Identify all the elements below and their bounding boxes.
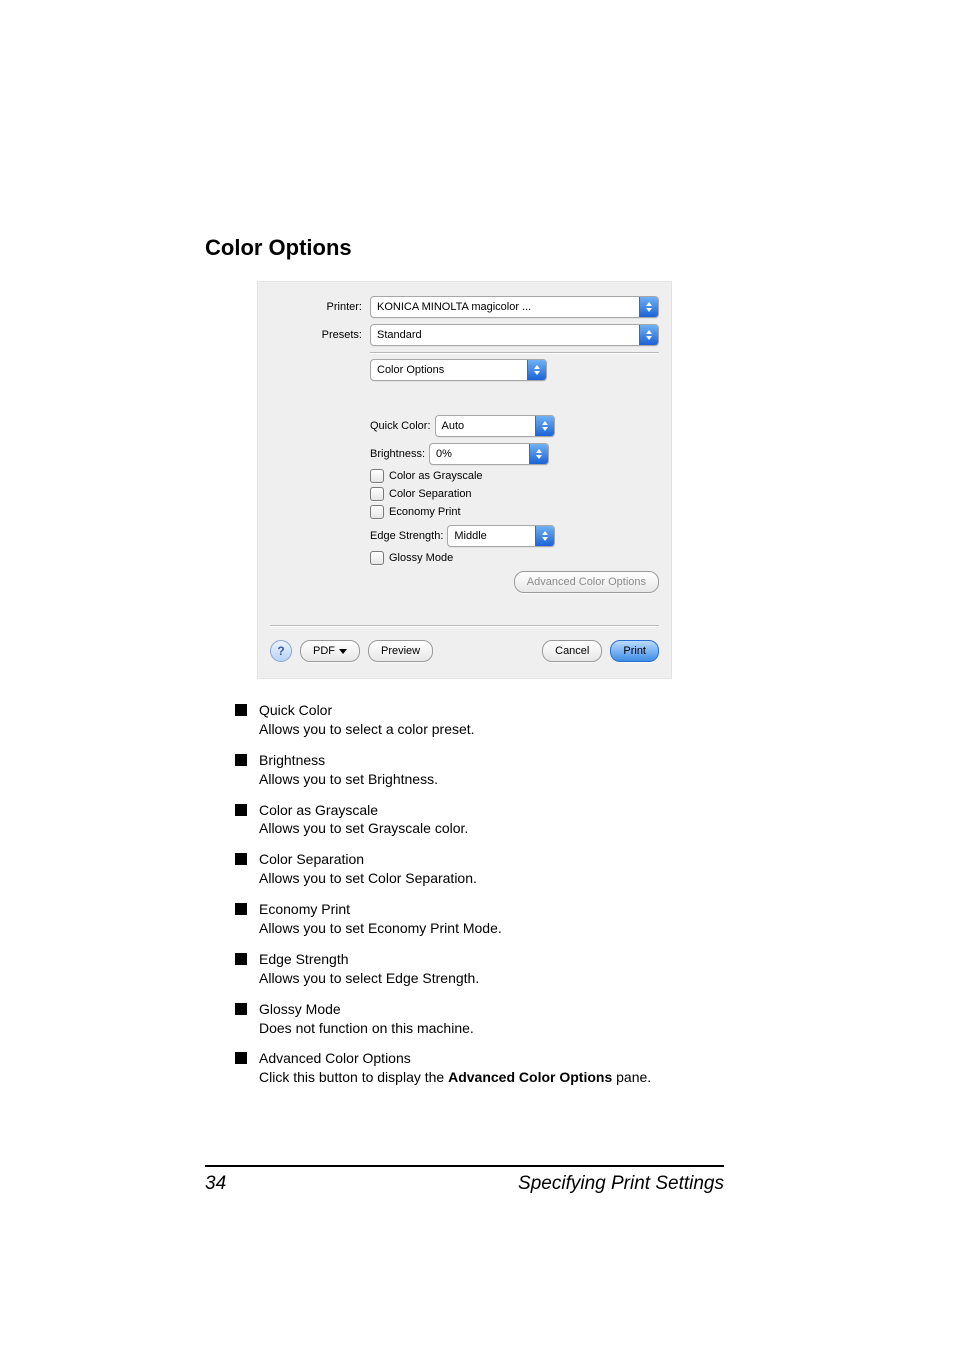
- divider: [370, 352, 659, 353]
- brightness-value: 0%: [430, 448, 529, 460]
- checkbox-icon: [370, 505, 384, 519]
- print-button[interactable]: Print: [610, 640, 659, 662]
- item-term: Color as Grayscale: [259, 801, 724, 820]
- glossy-checkbox[interactable]: Glossy Mode: [370, 551, 659, 565]
- preview-button[interactable]: Preview: [368, 640, 433, 662]
- brightness-popup[interactable]: 0%: [429, 443, 549, 465]
- list-item: Glossy Mode Does not function on this ma…: [205, 1000, 724, 1038]
- advanced-color-options-button[interactable]: Advanced Color Options: [514, 571, 659, 593]
- bullet-icon: [235, 953, 247, 965]
- item-term: Brightness: [259, 751, 724, 770]
- quick-color-value: Auto: [436, 420, 535, 432]
- list-item: Economy Print Allows you to set Economy …: [205, 900, 724, 938]
- economy-checkbox[interactable]: Economy Print: [370, 505, 659, 519]
- pdf-menu-button[interactable]: PDF: [300, 640, 360, 662]
- item-term: Economy Print: [259, 900, 724, 919]
- divider: [270, 625, 659, 626]
- footer-section-title: Specifying Print Settings: [518, 1173, 724, 1195]
- item-term: Color Separation: [259, 850, 724, 869]
- updown-arrows-icon: [527, 360, 546, 380]
- edge-strength-value: Middle: [448, 530, 535, 542]
- footer-rule: [205, 1165, 724, 1167]
- checkbox-icon: [370, 487, 384, 501]
- options-description-list: Quick Color Allows you to select a color…: [205, 701, 724, 1087]
- page-footer: 34 Specifying Print Settings: [0, 1165, 954, 1195]
- updown-arrows-icon: [639, 325, 658, 345]
- list-item: Quick Color Allows you to select a color…: [205, 701, 724, 739]
- quick-color-label: Quick Color:: [370, 420, 431, 432]
- item-desc: Allows you to set Economy Print Mode.: [259, 919, 724, 938]
- bullet-icon: [235, 853, 247, 865]
- list-item: Brightness Allows you to set Brightness.: [205, 751, 724, 789]
- item-desc: Allows you to select Edge Strength.: [259, 969, 724, 988]
- dropdown-triangle-icon: [339, 649, 347, 654]
- presets-label: Presets:: [270, 329, 370, 341]
- item-desc: Allows you to set Grayscale color.: [259, 819, 724, 838]
- glossy-checkbox-label: Glossy Mode: [389, 552, 453, 564]
- help-button[interactable]: ?: [270, 640, 292, 662]
- quick-color-popup[interactable]: Auto: [435, 415, 555, 437]
- list-item: Advanced Color Options Click this button…: [205, 1049, 724, 1087]
- economy-checkbox-label: Economy Print: [389, 506, 461, 518]
- item-desc: Allows you to set Color Separation.: [259, 869, 724, 888]
- item-term: Advanced Color Options: [259, 1049, 724, 1068]
- page-number: 34: [205, 1173, 226, 1195]
- cancel-button[interactable]: Cancel: [542, 640, 602, 662]
- presets-popup[interactable]: Standard: [370, 324, 659, 346]
- item-term: Edge Strength: [259, 950, 724, 969]
- section-heading: Color Options: [205, 235, 724, 261]
- updown-arrows-icon: [535, 526, 554, 546]
- separation-checkbox-label: Color Separation: [389, 488, 472, 500]
- item-desc: Click this button to display the Advance…: [259, 1068, 724, 1087]
- item-desc: Does not function on this machine.: [259, 1019, 724, 1038]
- bullet-icon: [235, 704, 247, 716]
- bullet-icon: [235, 804, 247, 816]
- item-term: Quick Color: [259, 701, 724, 720]
- item-desc: Allows you to set Brightness.: [259, 770, 724, 789]
- edge-strength-popup[interactable]: Middle: [447, 525, 555, 547]
- presets-value: Standard: [371, 329, 639, 341]
- bullet-icon: [235, 1003, 247, 1015]
- bullet-icon: [235, 1052, 247, 1064]
- brightness-label: Brightness:: [370, 448, 425, 460]
- print-dialog-screenshot: Printer: KONICA MINOLTA magicolor ... Pr…: [257, 281, 672, 679]
- list-item: Color as Grayscale Allows you to set Gra…: [205, 801, 724, 839]
- pane-value: Color Options: [371, 364, 527, 376]
- updown-arrows-icon: [639, 297, 658, 317]
- pane-popup[interactable]: Color Options: [370, 359, 547, 381]
- bullet-icon: [235, 754, 247, 766]
- list-item: Edge Strength Allows you to select Edge …: [205, 950, 724, 988]
- printer-popup[interactable]: KONICA MINOLTA magicolor ...: [370, 296, 659, 318]
- list-item: Color Separation Allows you to set Color…: [205, 850, 724, 888]
- pdf-button-label: PDF: [313, 645, 335, 657]
- bullet-icon: [235, 903, 247, 915]
- checkbox-icon: [370, 469, 384, 483]
- checkbox-icon: [370, 551, 384, 565]
- separation-checkbox[interactable]: Color Separation: [370, 487, 659, 501]
- updown-arrows-icon: [529, 444, 548, 464]
- grayscale-checkbox[interactable]: Color as Grayscale: [370, 469, 659, 483]
- item-term: Glossy Mode: [259, 1000, 724, 1019]
- edge-strength-label: Edge Strength:: [370, 530, 443, 542]
- printer-label: Printer:: [270, 301, 370, 313]
- printer-value: KONICA MINOLTA magicolor ...: [371, 301, 639, 313]
- grayscale-checkbox-label: Color as Grayscale: [389, 470, 483, 482]
- item-desc: Allows you to select a color preset.: [259, 720, 724, 739]
- updown-arrows-icon: [535, 416, 554, 436]
